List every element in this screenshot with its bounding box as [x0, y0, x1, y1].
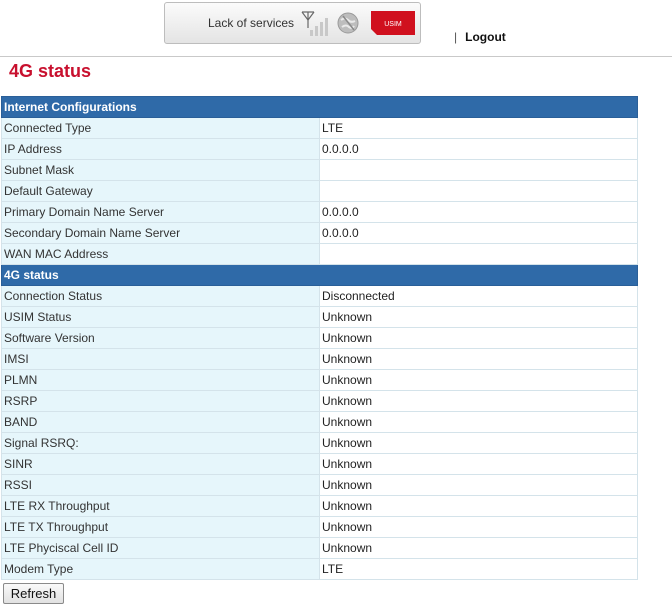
table-row: Connection Status Disconnected — [1, 285, 638, 307]
table-row: IP Address 0.0.0.0 — [1, 138, 638, 160]
row-value — [319, 243, 638, 265]
row-label: Default Gateway — [1, 180, 320, 202]
internet-globe-icon — [337, 12, 359, 34]
row-value: Unknown — [319, 495, 638, 517]
table-row: Subnet Mask — [1, 159, 638, 181]
refresh-button[interactable]: Refresh — [3, 583, 64, 604]
signal-strength-icon — [301, 11, 328, 36]
section-header-internet-configurations: Internet Configurations — [1, 96, 638, 118]
row-label: LTE Phyciscal Cell ID — [1, 537, 320, 559]
row-value: Unknown — [319, 306, 638, 328]
table-row: Secondary Domain Name Server 0.0.0.0 — [1, 222, 638, 244]
row-value: Unknown — [319, 474, 638, 496]
table-row: BAND Unknown — [1, 411, 638, 433]
row-value: Unknown — [319, 453, 638, 475]
row-label: LTE TX Throughput — [1, 516, 320, 538]
table-row: Primary Domain Name Server 0.0.0.0 — [1, 201, 638, 223]
connection-status-panel: Lack of services USIM — [164, 2, 421, 44]
table-row: SINR Unknown — [1, 453, 638, 475]
row-label: Signal RSRQ: — [1, 432, 320, 454]
row-value: Unknown — [319, 390, 638, 412]
table-row: RSRP Unknown — [1, 390, 638, 412]
logout-link[interactable]: Logout — [465, 30, 506, 44]
top-bar: Lack of services USIM | Logout — [0, 0, 672, 57]
row-label: RSRP — [1, 390, 320, 412]
usim-label: USIM — [384, 21, 402, 28]
table-row: RSSI Unknown — [1, 474, 638, 496]
table-row: LTE TX Throughput Unknown — [1, 516, 638, 538]
row-value: 0.0.0.0 — [319, 201, 638, 223]
row-label: LTE RX Throughput — [1, 495, 320, 517]
row-label: Software Version — [1, 327, 320, 349]
row-value: Unknown — [319, 369, 638, 391]
table-row: WAN MAC Address — [1, 243, 638, 265]
row-value: Disconnected — [319, 285, 638, 307]
row-label: Primary Domain Name Server — [1, 201, 320, 223]
row-label: BAND — [1, 411, 320, 433]
row-label: Modem Type — [1, 558, 320, 580]
table-row: Connected Type LTE — [1, 117, 638, 139]
row-value: Unknown — [319, 348, 638, 370]
row-label: Connection Status — [1, 285, 320, 307]
status-table: Internet Configurations Connected Type LT… — [1, 96, 638, 580]
row-value — [319, 180, 638, 202]
row-label: IMSI — [1, 348, 320, 370]
usim-card-icon: USIM — [371, 11, 415, 35]
row-value: Unknown — [319, 537, 638, 559]
logout-separator: | — [454, 30, 458, 44]
row-label: Subnet Mask — [1, 159, 320, 181]
row-label: WAN MAC Address — [1, 243, 320, 265]
row-label: RSSI — [1, 474, 320, 496]
page-title: 4G status — [9, 61, 92, 81]
table-row: USIM Status Unknown — [1, 306, 638, 328]
row-label: Connected Type — [1, 117, 320, 139]
table-row: Default Gateway — [1, 180, 638, 202]
table-row: Modem Type LTE — [1, 558, 638, 580]
row-value: LTE — [319, 558, 638, 580]
service-status-text: Lack of services — [208, 16, 295, 30]
row-value: LTE — [319, 117, 638, 139]
section-title: 4G status — [1, 264, 638, 286]
row-label: USIM Status — [1, 306, 320, 328]
table-row: LTE Phyciscal Cell ID Unknown — [1, 537, 638, 559]
table-row: LTE RX Throughput Unknown — [1, 495, 638, 517]
logout-area: | Logout — [454, 30, 506, 44]
table-row: Software Version Unknown — [1, 327, 638, 349]
row-label: Secondary Domain Name Server — [1, 222, 320, 244]
row-value — [319, 159, 638, 181]
usim-card-shape-icon: USIM — [371, 11, 415, 35]
section-header-4g-status: 4G status — [1, 264, 638, 286]
row-value: Unknown — [319, 327, 638, 349]
table-row: PLMN Unknown — [1, 369, 638, 391]
row-value: 0.0.0.0 — [319, 138, 638, 160]
row-label: PLMN — [1, 369, 320, 391]
row-value: 0.0.0.0 — [319, 222, 638, 244]
row-value: Unknown — [319, 432, 638, 454]
row-value: Unknown — [319, 411, 638, 433]
row-value: Unknown — [319, 516, 638, 538]
table-row: IMSI Unknown — [1, 348, 638, 370]
row-label: SINR — [1, 453, 320, 475]
row-label: IP Address — [1, 138, 320, 160]
section-title: Internet Configurations — [1, 96, 638, 118]
table-row: Signal RSRQ: Unknown — [1, 432, 638, 454]
